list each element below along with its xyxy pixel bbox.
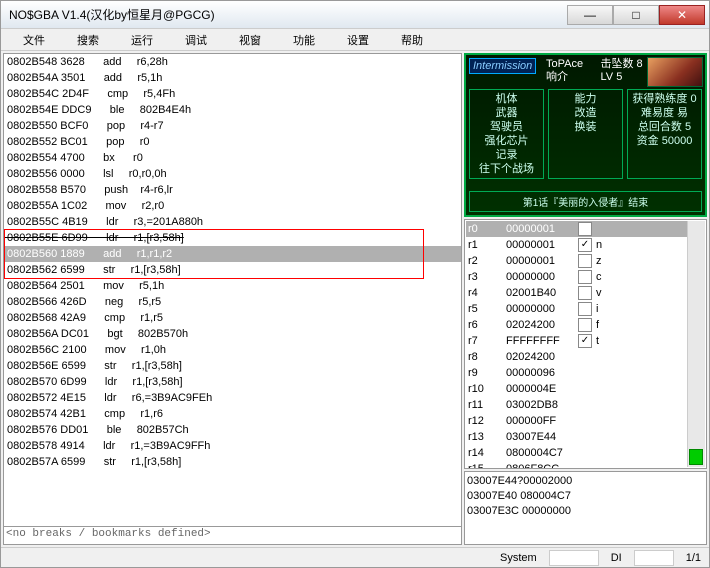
- disasm-row[interactable]: 0802B552 BC01 pop r0: [4, 134, 461, 150]
- breakpoints-bar: <no breaks / bookmarks defined>: [4, 526, 461, 544]
- game-menu-box[interactable]: 能力改造换装: [548, 89, 623, 179]
- disasm-row[interactable]: 0802B554 4700 bx r0: [4, 150, 461, 166]
- menu-调试[interactable]: 调试: [169, 30, 223, 50]
- registers-scrollbar[interactable]: [687, 221, 705, 467]
- disasm-row[interactable]: 0802B54E DDC9 ble 802B4E4h: [4, 102, 461, 118]
- disasm-row[interactable]: 0802B566 426D neg r5,r5: [4, 294, 461, 310]
- memory-row: 03007E40 080004C7: [467, 489, 704, 504]
- game-menu-box[interactable]: 获得熟练度 0难易度 易总回合数 5资金 50000: [627, 89, 702, 179]
- menu-帮助[interactable]: 帮助: [385, 30, 439, 50]
- disasm-row[interactable]: 0802B55E 6D99 ldr r1,[r3,58h]: [4, 230, 461, 246]
- status-page: 1/1: [682, 552, 705, 564]
- menu-设置[interactable]: 设置: [331, 30, 385, 50]
- register-r4[interactable]: r402001B40v: [466, 285, 687, 301]
- disasm-row[interactable]: 0802B556 0000 lsl r0,r0,0h: [4, 166, 461, 182]
- register-r3[interactable]: r300000000c: [466, 269, 687, 285]
- register-r5[interactable]: r500000000i: [466, 301, 687, 317]
- register-r12[interactable]: r12000000FF: [466, 413, 687, 429]
- disasm-row[interactable]: 0802B564 2501 mov r5,1h: [4, 278, 461, 294]
- maximize-button[interactable]: □: [613, 5, 659, 25]
- disasm-row[interactable]: 0802B55C 4B19 ldr r3,=201A880h: [4, 214, 461, 230]
- game-menu-box[interactable]: 机体武器驾驶员强化芯片记录往下个战场: [469, 89, 544, 179]
- pilot-portrait: [647, 57, 703, 87]
- disasm-row[interactable]: 0802B578 4914 ldr r1,=3B9AC9FFh: [4, 438, 461, 454]
- titlebar: NO$GBA V1.4(汉化by恒星月@PGCG) — □ ✕: [1, 1, 709, 29]
- disasm-row[interactable]: 0802B548 3628 add r6,28h: [4, 54, 461, 70]
- game-screen: Intermission ToPAce响介击坠数 8LV 5 机体武器驾驶员强化…: [464, 53, 707, 217]
- disassembly-view[interactable]: 0802B548 3628 add r6,28h 0802B54A 3501 a…: [4, 54, 461, 526]
- flag-checkbox[interactable]: ✓: [578, 222, 592, 236]
- register-r13[interactable]: r1303007E44: [466, 429, 687, 445]
- flag-checkbox[interactable]: [578, 318, 592, 332]
- disasm-row[interactable]: 0802B574 42B1 cmp r1,r6: [4, 406, 461, 422]
- disasm-row[interactable]: 0802B57A 6599 str r1,[r3,58h]: [4, 454, 461, 470]
- register-r15[interactable]: r150806F8CC: [466, 461, 687, 469]
- flag-checkbox[interactable]: [578, 302, 592, 316]
- disasm-row[interactable]: 0802B560 1889 add r1,r1,r2: [4, 246, 461, 262]
- menu-运行[interactable]: 运行: [115, 30, 169, 50]
- register-r0[interactable]: r000000001✓: [466, 221, 687, 237]
- status-input-1[interactable]: [549, 550, 599, 566]
- disasm-row[interactable]: 0802B568 42A9 cmp r1,r5: [4, 310, 461, 326]
- disasm-row[interactable]: 0802B576 DD01 ble 802B57Ch: [4, 422, 461, 438]
- register-r7[interactable]: r7FFFFFFFF✓t: [466, 333, 687, 349]
- menu-功能[interactable]: 功能: [277, 30, 331, 50]
- register-r2[interactable]: r200000001z: [466, 253, 687, 269]
- flag-checkbox[interactable]: [578, 286, 592, 300]
- register-r10[interactable]: r100000004E: [466, 381, 687, 397]
- register-r6[interactable]: r602024200f: [466, 317, 687, 333]
- window-title: NO$GBA V1.4(汉化by恒星月@PGCG): [5, 6, 567, 23]
- menu-文件[interactable]: 文件: [7, 30, 61, 50]
- disasm-row[interactable]: 0802B572 4E15 ldr r6,=3B9AC9FEh: [4, 390, 461, 406]
- flag-checkbox[interactable]: ✓: [578, 238, 592, 252]
- menu-搜索[interactable]: 搜索: [61, 30, 115, 50]
- disasm-row[interactable]: 0802B562 6599 str r1,[r3,58h]: [4, 262, 461, 278]
- statusbar: System DI 1/1: [1, 547, 709, 567]
- flag-checkbox[interactable]: [578, 254, 592, 268]
- memory-view[interactable]: 03007E44?0000200003007E40 080004C703007E…: [464, 471, 707, 545]
- status-system: System: [496, 552, 541, 564]
- memory-row: 03007E44?00002000: [467, 474, 704, 489]
- disasm-row[interactable]: 0802B54A 3501 add r5,1h: [4, 70, 461, 86]
- disasm-row[interactable]: 0802B550 BCF0 pop r4-r7: [4, 118, 461, 134]
- flag-checkbox[interactable]: [578, 270, 592, 284]
- close-button[interactable]: ✕: [659, 5, 705, 25]
- memory-row: 03007E3C 00000000: [467, 504, 704, 519]
- status-input-2[interactable]: [634, 550, 674, 566]
- register-r14[interactable]: r140800004C7: [466, 445, 687, 461]
- minimize-button[interactable]: —: [567, 5, 613, 25]
- disasm-row[interactable]: 0802B558 B570 push r4-r6,lr: [4, 182, 461, 198]
- intermission-label: Intermission: [469, 58, 536, 74]
- register-r1[interactable]: r100000001✓n: [466, 237, 687, 253]
- flag-checkbox[interactable]: ✓: [578, 334, 592, 348]
- menubar: 文件搜索运行调试视窗功能设置帮助: [1, 29, 709, 51]
- register-r9[interactable]: r900000096: [466, 365, 687, 381]
- register-r8[interactable]: r802024200: [466, 349, 687, 365]
- menu-视窗[interactable]: 视窗: [223, 30, 277, 50]
- story-title: 第1话『美丽的入侵者』结束: [469, 191, 702, 212]
- disasm-row[interactable]: 0802B55A 1C02 mov r2,r0: [4, 198, 461, 214]
- registers-view[interactable]: r000000001✓r100000001✓nr200000001zr30000…: [464, 219, 707, 469]
- status-di: DI: [607, 552, 626, 564]
- disasm-row[interactable]: 0802B570 6D99 ldr r1,[r3,58h]: [4, 374, 461, 390]
- register-r11[interactable]: r1103002DB8: [466, 397, 687, 413]
- disasm-row[interactable]: 0802B56A DC01 bgt 802B570h: [4, 326, 461, 342]
- disasm-row[interactable]: 0802B56C 2100 mov r1,0h: [4, 342, 461, 358]
- disasm-row[interactable]: 0802B54C 2D4F cmp r5,4Fh: [4, 86, 461, 102]
- disasm-row[interactable]: 0802B56E 6599 str r1,[r3,58h]: [4, 358, 461, 374]
